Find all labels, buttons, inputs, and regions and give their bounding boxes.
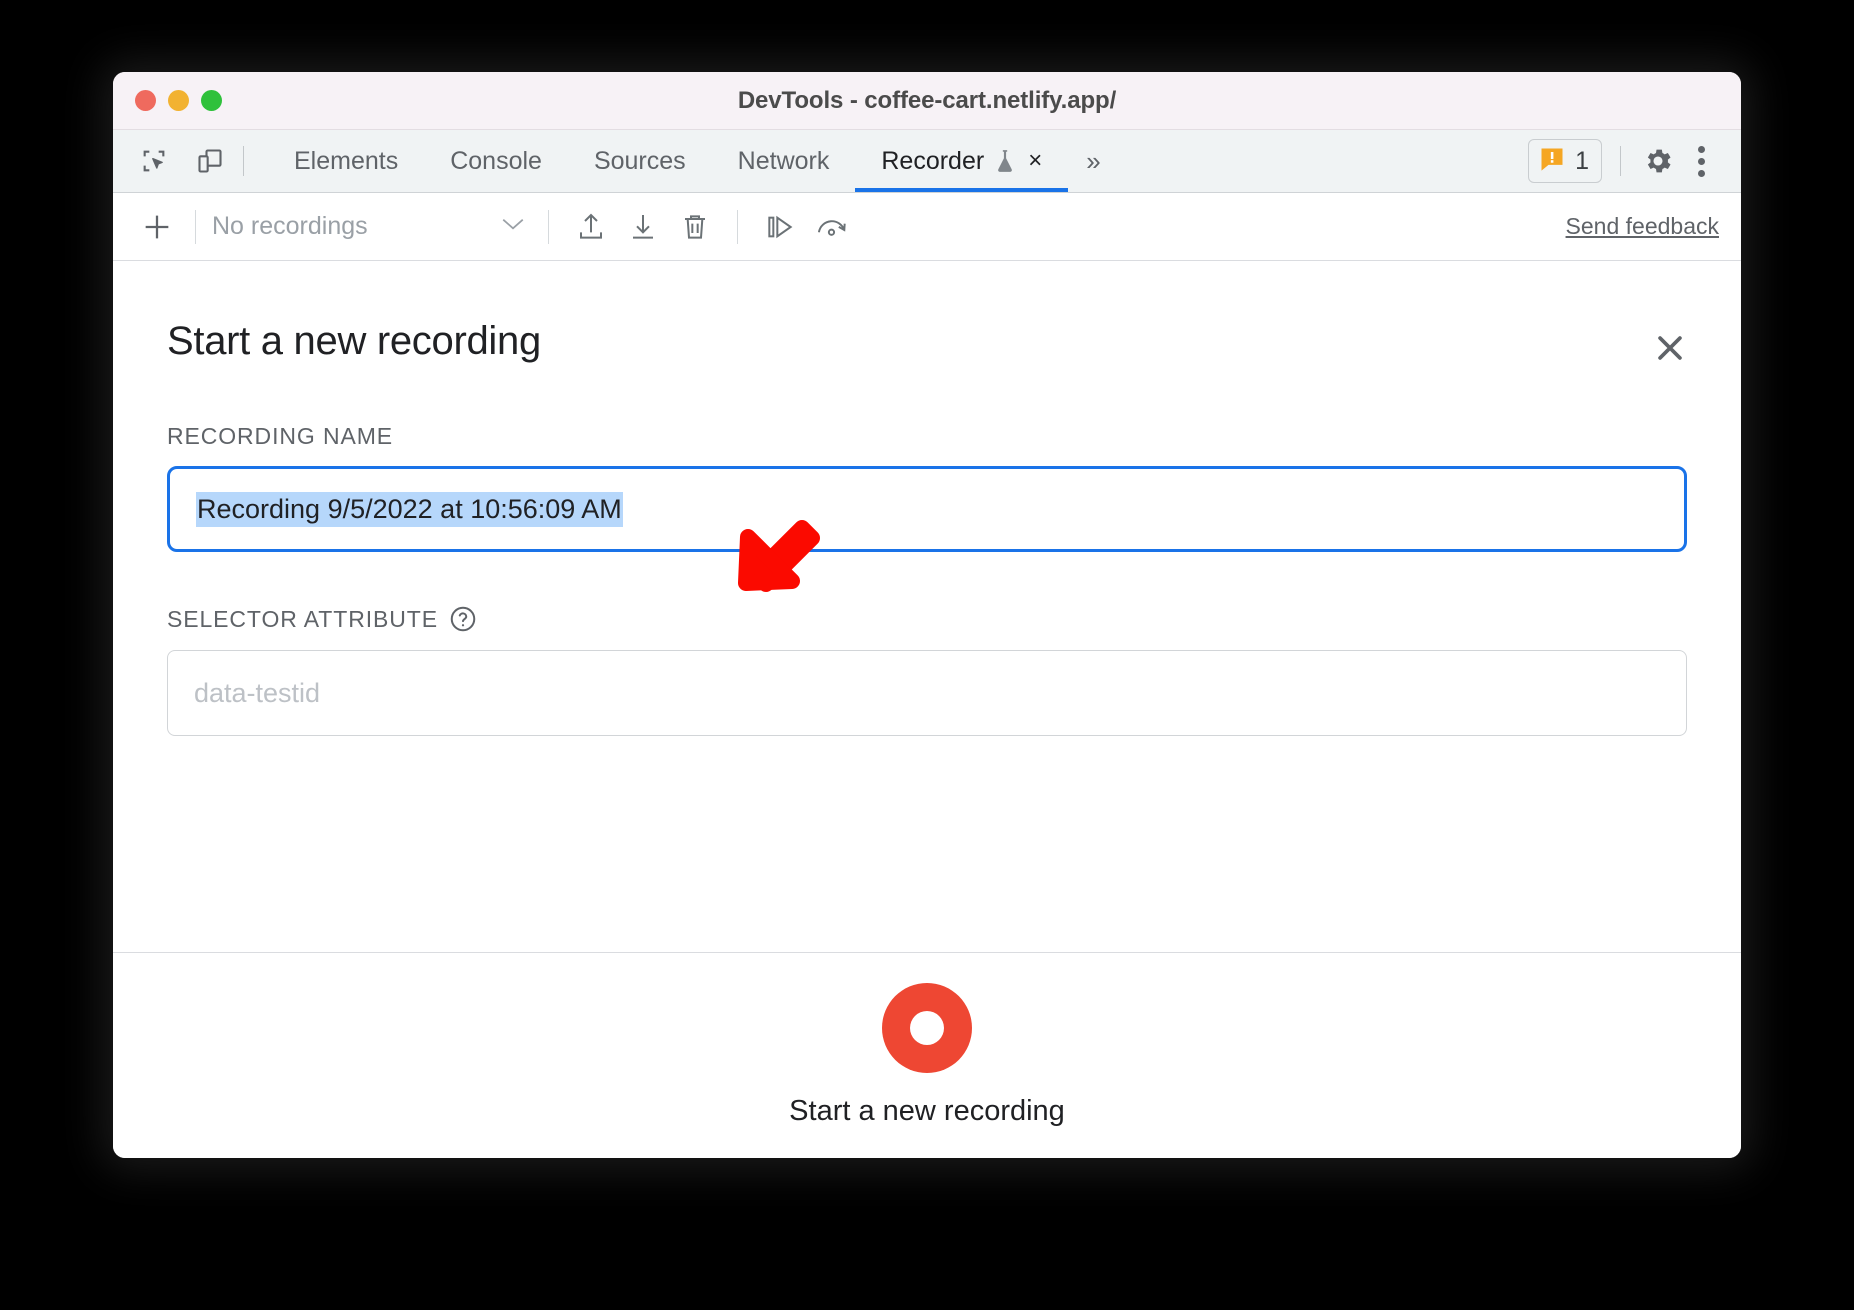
recorder-toolbar: No recordings Send feedback [113, 193, 1741, 261]
chevron-down-icon [500, 216, 526, 237]
recordings-select-value: No recordings [212, 212, 368, 240]
help-circle-icon[interactable] [448, 604, 478, 634]
tab-recorder-label: Recorder [881, 146, 985, 175]
selector-attribute-input[interactable]: data-testid [167, 650, 1687, 736]
export-icon[interactable] [617, 205, 669, 249]
minimize-window-button[interactable] [168, 90, 189, 111]
panel-header: Start a new recording [113, 261, 1741, 371]
tab-recorder[interactable]: Recorder × [855, 130, 1069, 192]
selector-attribute-label-text: SELECTOR ATTRIBUTE [167, 605, 438, 632]
recording-name-value: Recording 9/5/2022 at 10:56:09 AM [196, 491, 623, 527]
record-icon-hole [910, 1011, 944, 1045]
selector-attribute-placeholder: data-testid [194, 677, 321, 708]
start-recording-button-label[interactable]: Start a new recording [789, 1095, 1065, 1128]
replay-speed-icon[interactable] [806, 205, 858, 249]
replay-icon[interactable] [754, 205, 806, 249]
tab-network[interactable]: Network [712, 130, 856, 192]
recordings-select[interactable]: No recordings [212, 212, 532, 241]
tab-elements[interactable]: Elements [268, 130, 424, 192]
tabbar-right-tools: 1 [1528, 130, 1741, 192]
tab-sources[interactable]: Sources [568, 130, 712, 192]
gear-icon[interactable] [1639, 142, 1677, 180]
toolbar-divider-3 [737, 209, 738, 244]
close-tab-icon[interactable]: × [1028, 149, 1042, 173]
tab-elements-label: Elements [294, 146, 399, 175]
devtools-tabs: Elements Console Sources Network Recorde… [268, 130, 1119, 192]
tabbar-left-tools [113, 130, 229, 192]
devtools-tabbar: Elements Console Sources Network Recorde… [113, 130, 1741, 193]
tabbar-divider [243, 146, 244, 176]
panel-footer: Start a new recording [113, 952, 1741, 1158]
tab-network-label: Network [737, 146, 830, 175]
tabbar-right-divider [1620, 146, 1621, 176]
more-tabs-icon[interactable]: » [1068, 130, 1118, 192]
window-title: DevTools - coffee-cart.netlify.app/ [737, 86, 1117, 114]
screenshot-stage: DevTools - coffee-cart.netlify.app/ Elem… [0, 0, 1854, 1310]
selector-attribute-label: SELECTOR ATTRIBUTE [167, 604, 1687, 634]
recorder-panel: Start a new recording RECORDING NAME Rec… [113, 261, 1741, 1158]
record-circle-icon[interactable] [882, 983, 972, 1073]
close-window-button[interactable] [135, 90, 156, 111]
close-panel-button[interactable] [1647, 325, 1693, 371]
traffic-lights [135, 90, 222, 111]
tab-console-label: Console [450, 146, 542, 175]
warning-badge[interactable]: 1 [1528, 139, 1602, 183]
device-toolbar-icon[interactable] [191, 142, 229, 180]
flask-icon [994, 148, 1016, 174]
maximize-window-button[interactable] [201, 90, 222, 111]
toolbar-divider-2 [548, 209, 549, 244]
add-recording-button[interactable] [135, 205, 179, 249]
import-icon[interactable] [565, 205, 617, 249]
warning-count: 1 [1575, 146, 1589, 175]
recording-name-input[interactable]: Recording 9/5/2022 at 10:56:09 AM [167, 466, 1687, 552]
recording-name-label-text: RECORDING NAME [167, 423, 394, 449]
recording-name-label: RECORDING NAME [167, 423, 1687, 450]
toolbar-divider-1 [195, 209, 196, 244]
tab-console[interactable]: Console [424, 130, 568, 192]
warning-icon [1538, 145, 1566, 178]
send-feedback-link[interactable]: Send feedback [1566, 213, 1719, 240]
tab-sources-label: Sources [593, 146, 686, 175]
window-titlebar: DevTools - coffee-cart.netlify.app/ [113, 72, 1741, 130]
devtools-window: DevTools - coffee-cart.netlify.app/ Elem… [113, 72, 1741, 1158]
delete-icon[interactable] [669, 205, 721, 249]
inspect-element-icon[interactable] [135, 142, 173, 180]
kebab-menu-icon[interactable] [1681, 141, 1721, 181]
recorder-form: RECORDING NAME Recording 9/5/2022 at 10:… [113, 423, 1741, 736]
page-title: Start a new recording [167, 319, 541, 363]
